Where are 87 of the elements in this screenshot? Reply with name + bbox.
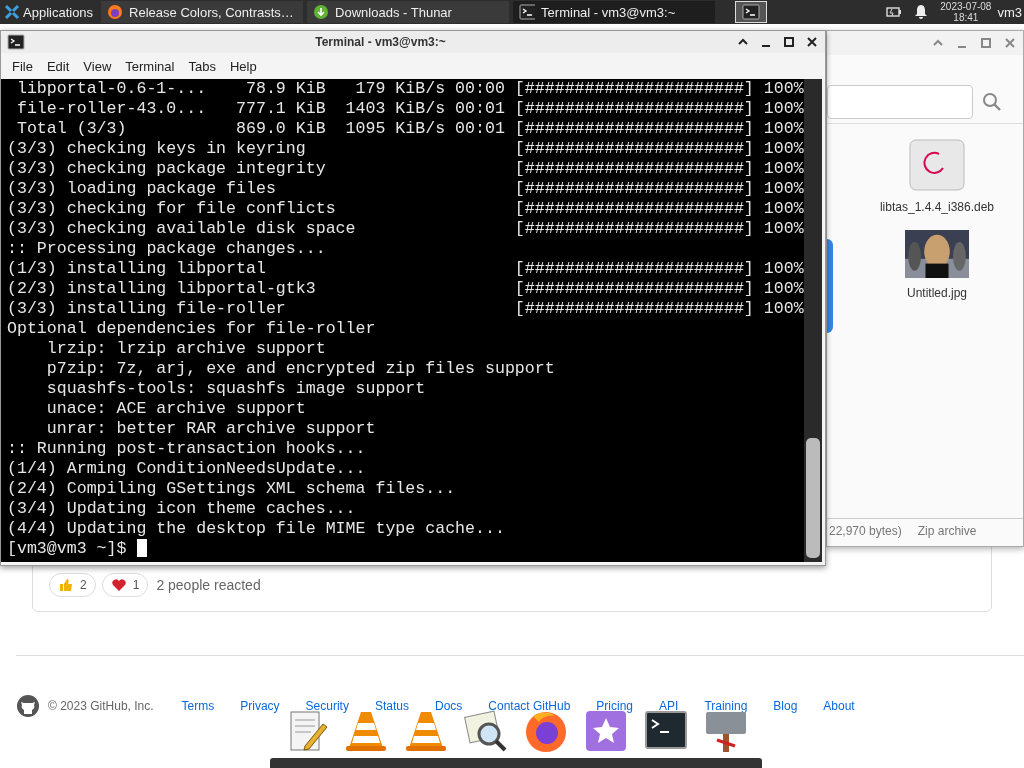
terminal-line: (2/3) installing libportal-gtk3 [7, 279, 317, 299]
close-icon[interactable] [805, 35, 819, 49]
terminal-line: (3/3) installing file-roller [7, 299, 287, 319]
search-field[interactable] [827, 85, 973, 119]
progress-text: [######################] 100% [514, 179, 804, 199]
footer-link[interactable]: Privacy [240, 699, 280, 713]
taskbar-button[interactable]: Terminal - vm3@vm3:~ [513, 1, 716, 23]
progress-text: [######################] 100% [514, 99, 804, 119]
progress-text: [######################] 100% [514, 219, 804, 239]
terminal-line: (1/4) Arming ConditionNeedsUpdate... [7, 459, 366, 479]
terminal-icon [7, 34, 25, 50]
terminal-line: (4/4) Updating the desktop file MIME type cache... [7, 519, 505, 539]
scrollbar[interactable] [804, 79, 822, 562]
terminal-line: (3/3) checking for file conflicts [7, 199, 337, 219]
footer-link[interactable]: Blog [773, 699, 798, 713]
download-icon [313, 4, 330, 20]
terminal-icon [742, 4, 761, 20]
terminal-line: (3/4) Updating icon theme caches... [7, 499, 356, 519]
terminal-line: libportal-0.6-1-... 78.9 KiB 179 KiB/s 00:00 [15, 79, 506, 99]
maximize-icon[interactable] [782, 35, 796, 49]
terminal-line: (1/3) installing libportal [7, 259, 267, 279]
footer-link[interactable]: Terms [181, 699, 215, 713]
terminal-line: Total (3/3) 869.0 KiB 1095 KiB/s 00:01 [15, 119, 506, 139]
taskbar-button[interactable]: Release Colors, Contrasts… [101, 1, 304, 23]
text-cursor [136, 539, 147, 557]
terminal-line: p7zip: 7z, arj, exe and encrypted zip files support [45, 359, 555, 379]
applications-menu[interactable]: Applications [0, 0, 98, 24]
clock-time: 18:41 [953, 12, 979, 23]
progress-text: [######################] 100% [514, 259, 804, 279]
menu-item[interactable]: File [5, 58, 40, 74]
taskbar-button[interactable]: Downloads - Thunar [307, 1, 510, 23]
progress-text: [######################] 100% [514, 79, 804, 99]
terminal-line: file-roller-43.0... 777.1 KiB 1403 KiB/s 00:01 [15, 99, 506, 119]
footer-link[interactable]: API [659, 699, 679, 713]
progress-text: [######################] 100% [514, 199, 804, 219]
file-name[interactable]: libtas_1.4.4_i386.deb [879, 200, 995, 214]
terminal-icon [519, 4, 536, 20]
terminal-line: :: Processing package changes... [7, 239, 326, 259]
search-icon[interactable] [981, 91, 1003, 113]
terminal-line: Optional dependencies for file-roller [7, 319, 376, 339]
menu-item[interactable]: Help [222, 58, 264, 74]
workspace-switcher[interactable] [735, 1, 768, 23]
terminal-line: (2/4) Compiling GSettings XML schema files... [7, 479, 456, 499]
scrollbar-thumb[interactable] [806, 438, 820, 558]
status-text: 22,970 bytes) [829, 524, 902, 538]
octocat-logo-icon[interactable] [16, 694, 40, 718]
progress-text: [######################] 100% [514, 139, 804, 159]
terminal-line: (3/3) checking available disk space [7, 219, 357, 239]
terminal-line: :: Running post-transaction hooks... [7, 439, 366, 459]
footer-link[interactable]: Pricing [596, 699, 634, 713]
progress-text: [######################] 100% [514, 299, 804, 319]
footer-link[interactable]: Contact GitHub [488, 699, 571, 713]
progress-text: [######################] 100% [514, 279, 804, 299]
progress-text: [######################] 100% [514, 119, 804, 139]
terminal-line: (3/3) checking keys in keyring [7, 139, 307, 159]
shell-prompt: [vm3@vm3 ~]$ [7, 539, 127, 559]
terminal-line: unrar: better RAR archive support [45, 419, 376, 439]
terminal-line: (3/3) checking package integrity [7, 159, 327, 179]
menu-item[interactable]: Edit [39, 58, 77, 74]
thumbs-up-icon [58, 577, 74, 593]
file-name[interactable]: Untitled.jpg [906, 286, 967, 300]
browser-icon [107, 4, 124, 20]
menu-item[interactable]: View [76, 58, 119, 74]
heart-icon [110, 577, 127, 593]
status-text: Zip archive [917, 524, 977, 538]
terminal-line: squashfs-tools: squashfs image support [45, 379, 426, 399]
battery-icon[interactable] [886, 6, 903, 18]
window-title: Terminal - vm3@vm3:~ [314, 35, 447, 49]
notification-bell-icon[interactable] [914, 4, 929, 20]
copyright-text: © 2023 GitHub, Inc. [48, 699, 154, 713]
clock-date: 2023-07-08 [940, 1, 992, 12]
footer-link[interactable]: Docs [434, 699, 463, 713]
terminal-line: lrzip: lrzip archive support [45, 339, 326, 359]
footer-link[interactable]: Security [305, 699, 349, 713]
footer-link[interactable]: Status [374, 699, 409, 713]
footer-link[interactable]: About [823, 699, 855, 713]
menu-item[interactable]: Tabs [181, 58, 223, 74]
menu-item[interactable]: Terminal [118, 58, 182, 74]
app-menu-icon [4, 4, 20, 20]
user-name[interactable]: vm3 [997, 4, 1024, 20]
progress-text: [######################] 100% [514, 159, 804, 179]
footer-link[interactable]: Training [704, 699, 748, 713]
terminal-line: unace: ACE archive support [45, 399, 306, 419]
image-viewer-icon[interactable] [463, 708, 509, 754]
terminal-line: (3/3) loading package files [7, 179, 277, 199]
package-icon[interactable] [909, 136, 965, 192]
reaction-summary: 2 people reacted [156, 577, 261, 593]
